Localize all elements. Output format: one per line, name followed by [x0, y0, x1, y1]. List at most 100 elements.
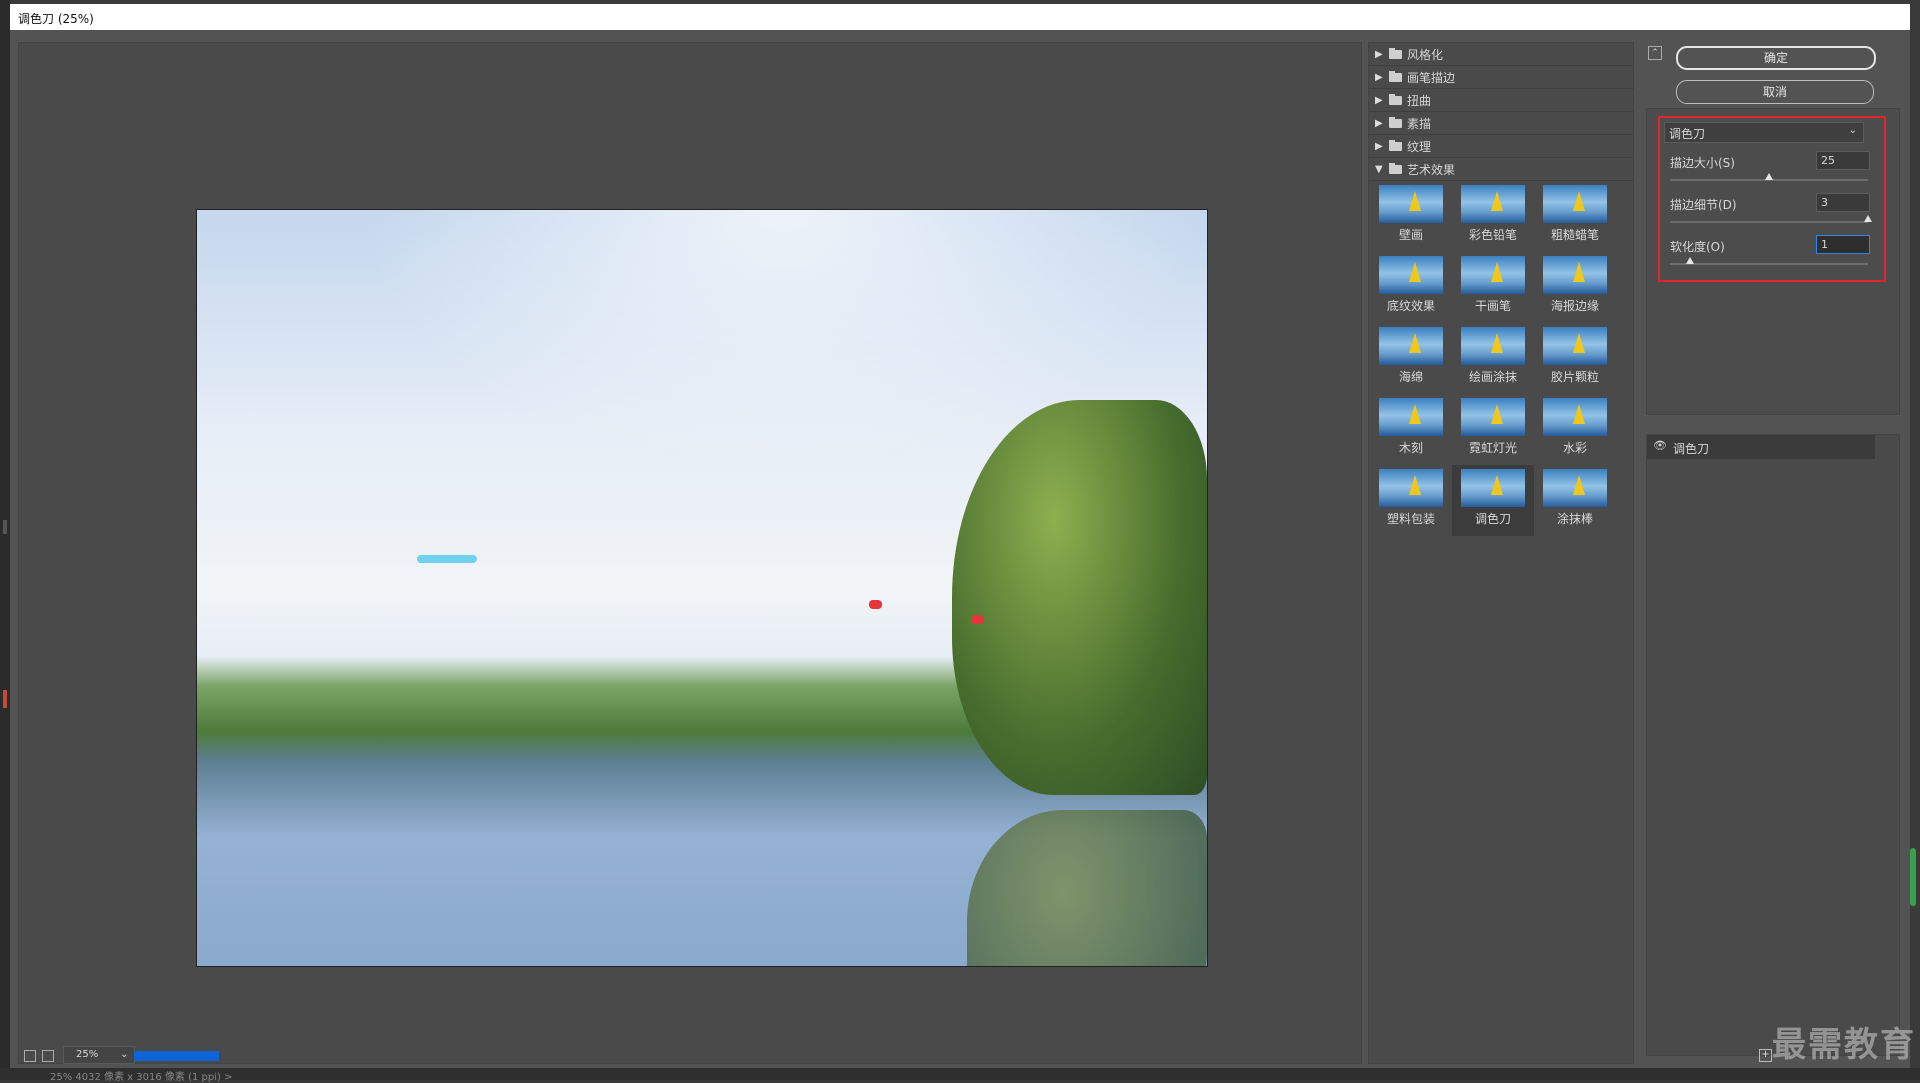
softness-value: 1	[1821, 238, 1828, 251]
category-distort[interactable]: ▶ 扭曲	[1369, 89, 1633, 112]
filter-thumbnail-grid: 壁画 彩色铅笔 粗糙蜡笔 底纹效果 干画笔 海报边缘 海绵 绘画涂抹 胶片颗粒 …	[1370, 181, 1633, 536]
thumbnail-image	[1543, 398, 1607, 436]
softness-label: 软化度(O)	[1670, 240, 1725, 254]
zoom-out-icon[interactable]	[24, 1050, 36, 1062]
zoom-in-icon[interactable]	[42, 1050, 54, 1062]
filter-thumb[interactable]: 水彩	[1534, 394, 1616, 465]
folder-icon	[1389, 139, 1402, 151]
red-buoy	[971, 615, 984, 624]
stroke-size-label: 描边大小(S)	[1670, 156, 1735, 170]
blue-structure	[417, 555, 477, 563]
category-texture[interactable]: ▶ 纹理	[1369, 135, 1633, 158]
filter-thumb[interactable]: 木刻	[1370, 394, 1452, 465]
folder-icon	[1389, 116, 1402, 128]
thumbnail-image	[1543, 256, 1607, 294]
triangle-down-icon: ▼	[1375, 163, 1383, 175]
thumbnail-image	[1461, 398, 1525, 436]
thumb-label: 霓虹灯光	[1468, 441, 1517, 455]
category-artistic[interactable]: ▼ 艺术效果	[1369, 158, 1633, 181]
slider-knob[interactable]	[1685, 257, 1694, 264]
thumb-label: 胶片颗粒	[1550, 370, 1599, 384]
filter-select[interactable]: 调色刀 ⌄	[1664, 122, 1864, 143]
softness-slider[interactable]	[1670, 257, 1868, 265]
filter-thumb[interactable]: 绘画涂抹	[1452, 323, 1534, 394]
stroke-size-value: 25	[1821, 154, 1835, 167]
thumb-label: 海绵	[1398, 370, 1423, 384]
filter-thumb[interactable]: 霓虹灯光	[1452, 394, 1534, 465]
thumbnail-image	[1379, 256, 1443, 294]
thumbnail-image	[1461, 256, 1525, 294]
thumbnail-image	[1379, 327, 1443, 365]
thumb-label: 海报边缘	[1550, 299, 1599, 313]
scroll-indicator[interactable]	[1910, 848, 1916, 906]
watermark: 最需教育	[1772, 1025, 1916, 1065]
collapse-gallery-icon[interactable]: ⌃	[1648, 46, 1662, 60]
effect-layer-row[interactable]: 👁 调色刀	[1647, 435, 1875, 459]
folder-open-icon	[1389, 162, 1402, 174]
thumb-label: 绘画涂抹	[1468, 370, 1517, 384]
category-brush-strokes[interactable]: ▶ 画笔描边	[1369, 66, 1633, 89]
eye-icon[interactable]: 👁	[1653, 440, 1667, 451]
tree-reflection	[967, 810, 1207, 966]
stroke-size-input[interactable]: 25	[1816, 151, 1870, 170]
filter-thumb[interactable]: 海报边缘	[1534, 252, 1616, 323]
preview-image[interactable]	[196, 209, 1208, 967]
thumb-label: 彩色铅笔	[1468, 228, 1517, 242]
category-sketch[interactable]: ▶ 素描	[1369, 112, 1633, 135]
filter-thumb[interactable]: 粗糙蜡笔	[1534, 181, 1616, 252]
filter-thumb[interactable]: 胶片颗粒	[1534, 323, 1616, 394]
thumbnail-image	[1543, 469, 1607, 507]
thumb-label: 塑料包装	[1386, 512, 1435, 526]
stroke-size-slider[interactable]	[1670, 173, 1868, 181]
folder-icon	[1389, 93, 1402, 105]
document-info: 25% 4032 像素 x 3016 像素 (1 ppi) >	[50, 1072, 233, 1083]
category-label: 纹理	[1407, 139, 1432, 154]
category-stylize[interactable]: ▶ 风格化	[1369, 43, 1633, 66]
stroke-detail-label: 描边细节(D)	[1670, 198, 1737, 212]
stroke-detail-slider[interactable]	[1670, 215, 1872, 223]
thumb-label: 干画笔	[1474, 299, 1511, 313]
filter-select-value: 调色刀	[1669, 127, 1706, 141]
folder-icon	[1389, 70, 1402, 82]
category-label: 风格化	[1407, 47, 1444, 62]
filter-thumb[interactable]: 海绵	[1370, 323, 1452, 394]
render-progress	[134, 1051, 219, 1061]
filter-thumb[interactable]: 彩色铅笔	[1452, 181, 1534, 252]
category-label: 扭曲	[1407, 93, 1432, 108]
filter-thumb-selected[interactable]: 调色刀	[1452, 465, 1534, 536]
effect-layers-panel: 👁 调色刀 +	[1646, 434, 1900, 1062]
chevron-down-icon: ⌄	[120, 1049, 129, 1060]
filter-gallery-panel: ▶ 风格化 ▶ 画笔描边 ▶ 扭曲 ▶ 素描 ▶ 纹理 ▼ 艺术效果 壁画 彩色铅笔 粗糙蜡…	[1368, 42, 1634, 1064]
thumb-label: 壁画	[1398, 228, 1423, 242]
filter-thumb[interactable]: 涂抹棒	[1534, 465, 1616, 536]
bottom-status-strip: 25% 4032 像素 x 3016 像素 (1 ppi) >	[0, 1068, 1920, 1083]
thumbnail-image	[1379, 185, 1443, 223]
ok-button[interactable]: 确定	[1676, 46, 1876, 70]
slider-knob[interactable]	[1864, 215, 1872, 222]
thumbnail-image	[1461, 185, 1525, 223]
thumb-label: 涂抹棒	[1556, 512, 1593, 526]
filter-thumb[interactable]: 塑料包装	[1370, 465, 1452, 536]
triangle-right-icon: ▶	[1375, 117, 1383, 129]
left-edge-strip	[0, 0, 10, 1080]
effect-layer-label: 调色刀	[1673, 442, 1710, 456]
zoom-value: 25%	[76, 1049, 99, 1060]
zoom-select[interactable]: 25% ⌄	[63, 1046, 135, 1064]
stroke-detail-input[interactable]: 3	[1816, 193, 1870, 212]
dialog-titlebar: 调色刀 (25%)	[10, 4, 1910, 30]
new-effect-layer-icon[interactable]: +	[1759, 1049, 1772, 1062]
category-label: 画笔描边	[1407, 70, 1456, 85]
filter-thumb[interactable]: 底纹效果	[1370, 252, 1452, 323]
folder-icon	[1389, 47, 1402, 59]
slider-knob[interactable]	[1765, 173, 1773, 180]
triangle-right-icon: ▶	[1375, 94, 1383, 106]
red-buoy	[869, 600, 882, 609]
stroke-detail-value: 3	[1821, 196, 1828, 209]
cancel-button[interactable]: 取消	[1676, 80, 1874, 104]
filter-thumb[interactable]: 壁画	[1370, 181, 1452, 252]
thumb-label: 粗糙蜡笔	[1550, 228, 1599, 242]
filter-thumb[interactable]: 干画笔	[1452, 252, 1534, 323]
softness-input[interactable]: 1	[1816, 235, 1870, 254]
settings-column: ⌃ 确定 取消 调色刀 ⌄ 描边大小(S) 25 描边细节(D) 3 软化度(O…	[1642, 42, 1900, 1062]
thumbnail-image	[1461, 327, 1525, 365]
